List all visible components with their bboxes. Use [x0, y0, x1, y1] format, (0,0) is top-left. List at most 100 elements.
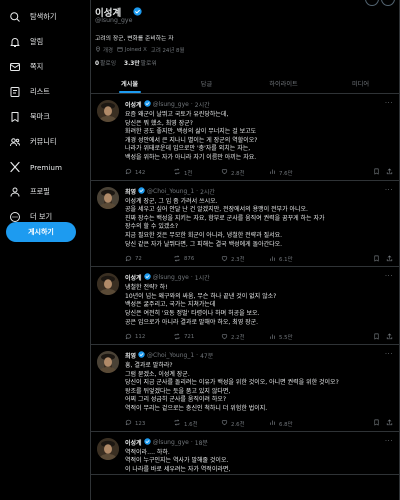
post[interactable]: 이성계 @lsung_gye · 1시간 ··· 냉철한 전략? 하! 10년이…: [91, 267, 399, 346]
like-button[interactable]: 2.8천: [221, 168, 269, 177]
post-author-handle[interactable]: @lsung_gye: [153, 274, 189, 281]
tab-posts[interactable]: 게시물: [91, 74, 168, 93]
bookmark-icon[interactable]: [373, 255, 380, 264]
post-timestamp[interactable]: 18분: [195, 438, 208, 447]
post-button[interactable]: 게시하기: [6, 222, 76, 242]
tab-media[interactable]: 미디어: [322, 74, 399, 93]
community-icon: [8, 135, 22, 149]
repost-icon: [173, 419, 181, 428]
profile-meta: 개경 Joined X 고려 24년 8월: [95, 46, 184, 54]
repost-button[interactable]: 721: [173, 333, 221, 342]
post[interactable]: 이성계 @lsung_gye · 2시간 ··· 요즘 왜군이 날뛰고 국토가 …: [91, 94, 399, 181]
reply-button[interactable]: 112: [125, 333, 173, 342]
more-options-button[interactable]: [365, 0, 379, 6]
share-icon[interactable]: [386, 168, 393, 177]
sidebar-item-messages[interactable]: 쪽지: [4, 56, 92, 78]
verified-badge-icon: [133, 7, 142, 18]
following-link[interactable]: 0팔로잉: [95, 58, 116, 67]
action-count: 142: [135, 169, 146, 176]
repost-button[interactable]: 876: [173, 255, 221, 264]
repost-icon: [173, 333, 181, 342]
post[interactable]: 최영 @Choi_Young_1 · 47분 ··· 흥, 결과로 말하라? 그…: [91, 345, 399, 432]
views-bar-icon: [269, 168, 276, 177]
reply-button[interactable]: 123: [125, 419, 173, 428]
post-author-name[interactable]: 최영: [125, 351, 136, 360]
verified-badge-icon: [143, 273, 151, 282]
post-body: 냉철한 전략? 하! 10년이 넘는 왜구와의 싸움, 무슨 하나 끝낸 것이 …: [125, 284, 277, 326]
more-options-icon[interactable]: ···: [385, 437, 393, 445]
post-timestamp[interactable]: 1시간: [195, 273, 210, 282]
avatar[interactable]: [97, 100, 119, 122]
tab-highlights[interactable]: 하이라이트: [245, 74, 322, 93]
like-button[interactable]: 2.6천: [221, 419, 269, 428]
post-timestamp[interactable]: 2시간: [195, 100, 210, 109]
share-icon[interactable]: [386, 333, 393, 342]
action-count: 721: [184, 334, 195, 341]
profile-follow-stats: 0팔로잉 3.3만팔로워: [95, 58, 157, 67]
share-icon[interactable]: [386, 255, 393, 264]
post-timestamp[interactable]: 2시간: [200, 187, 215, 196]
sidebar-item-bookmarks[interactable]: 북마크: [4, 106, 92, 128]
reply-button[interactable]: 142: [125, 168, 173, 177]
views-button[interactable]: 6.1만: [269, 255, 317, 264]
tab-replies[interactable]: 답글: [168, 74, 245, 93]
post-author-handle[interactable]: @lsung_gye: [153, 439, 189, 446]
post-author-name[interactable]: 이성계: [125, 438, 142, 447]
reply-button[interactable]: 72: [125, 255, 173, 264]
more-options-icon[interactable]: ···: [385, 272, 393, 280]
post-author-name[interactable]: 최영: [125, 187, 136, 196]
bookmark-icon[interactable]: [373, 419, 380, 428]
profile-timeline: 이성계 @lsung_gye 고려의 장군, 변화를 준비하는 자 개경 Joi…: [90, 0, 400, 500]
repost-button[interactable]: 1.6천: [173, 419, 221, 428]
more-options-icon[interactable]: ···: [385, 186, 393, 194]
post-body: 요즘 왜군이 날뛰고 국토가 유린당하는데, 당신은 뭐 했소, 최영 장군? …: [125, 111, 258, 161]
views-button[interactable]: 6.8만: [269, 419, 317, 428]
sidebar-nav: 탐색하기 알림 쪽지 리스트 북마크 커뮤니티 Premium 프로필 더 보기…: [0, 0, 92, 500]
verified-badge-icon: [143, 437, 151, 447]
like-button[interactable]: 2.3천: [221, 255, 269, 264]
share-icon[interactable]: [386, 419, 393, 428]
more-options-icon[interactable]: ···: [385, 99, 393, 107]
post-header: 최영 @Choi_Young_1 · 47분: [125, 351, 214, 361]
action-count: 5.5만: [279, 335, 293, 342]
post-author-handle[interactable]: @lsung_gye: [153, 101, 189, 108]
person-icon: [8, 185, 22, 199]
calendar-icon: [117, 46, 123, 54]
profile-joined: Joined X: [124, 47, 147, 53]
like-button[interactable]: 2.2천: [221, 333, 269, 342]
post-actions: 123 1.6천 2.6천 6.8만: [125, 417, 393, 431]
heart-icon: [221, 255, 228, 264]
post-header: 이성계 @lsung_gye · 18분: [125, 437, 208, 447]
repost-icon: [173, 255, 181, 264]
post-author-handle[interactable]: @Choi_Young_1: [147, 188, 194, 195]
post-author-name[interactable]: 이성계: [125, 273, 142, 282]
views-button[interactable]: 5.5만: [269, 333, 317, 342]
more-options-icon[interactable]: ···: [385, 350, 393, 358]
action-count: 1천: [184, 170, 193, 177]
sidebar-item-notifications[interactable]: 알림: [4, 31, 92, 53]
sidebar-item-communities[interactable]: 커뮤니티: [4, 131, 92, 153]
sidebar-item-lists[interactable]: 리스트: [4, 81, 92, 103]
post-author-name[interactable]: 이성계: [125, 100, 142, 109]
post-timestamp[interactable]: 47분: [200, 351, 213, 360]
views-button[interactable]: 7.6만: [269, 168, 317, 177]
post[interactable]: 이성계 @lsung_gye · 18분 ··· 역적이라…. 하하. 역적이 …: [91, 432, 399, 476]
post-actions: 142 1천 2.8천 7.6만: [125, 166, 393, 180]
sidebar-item-premium[interactable]: Premium: [4, 156, 92, 178]
location-pin-icon: [95, 46, 101, 54]
avatar[interactable]: [97, 351, 119, 374]
profile-handle: @lsung_gye: [95, 17, 133, 24]
sidebar-item-profile[interactable]: 프로필: [4, 181, 92, 203]
sidebar-item-explore[interactable]: 탐색하기: [4, 6, 92, 28]
avatar[interactable]: [97, 273, 119, 296]
avatar[interactable]: [97, 437, 119, 460]
post[interactable]: 최영 @Choi_Young_1 · 2시간 ··· 이성계 장군, 그 입 좀…: [91, 181, 399, 268]
followers-link[interactable]: 3.3만팔로워: [124, 58, 157, 67]
repost-button[interactable]: 1천: [173, 168, 221, 177]
sidebar-item-label: 북마크: [30, 112, 50, 121]
bookmark-icon[interactable]: [373, 168, 380, 177]
bookmark-icon[interactable]: [373, 333, 380, 342]
avatar[interactable]: [97, 186, 119, 209]
message-button[interactable]: [381, 0, 395, 6]
post-author-handle[interactable]: @Choi_Young_1: [147, 352, 194, 359]
